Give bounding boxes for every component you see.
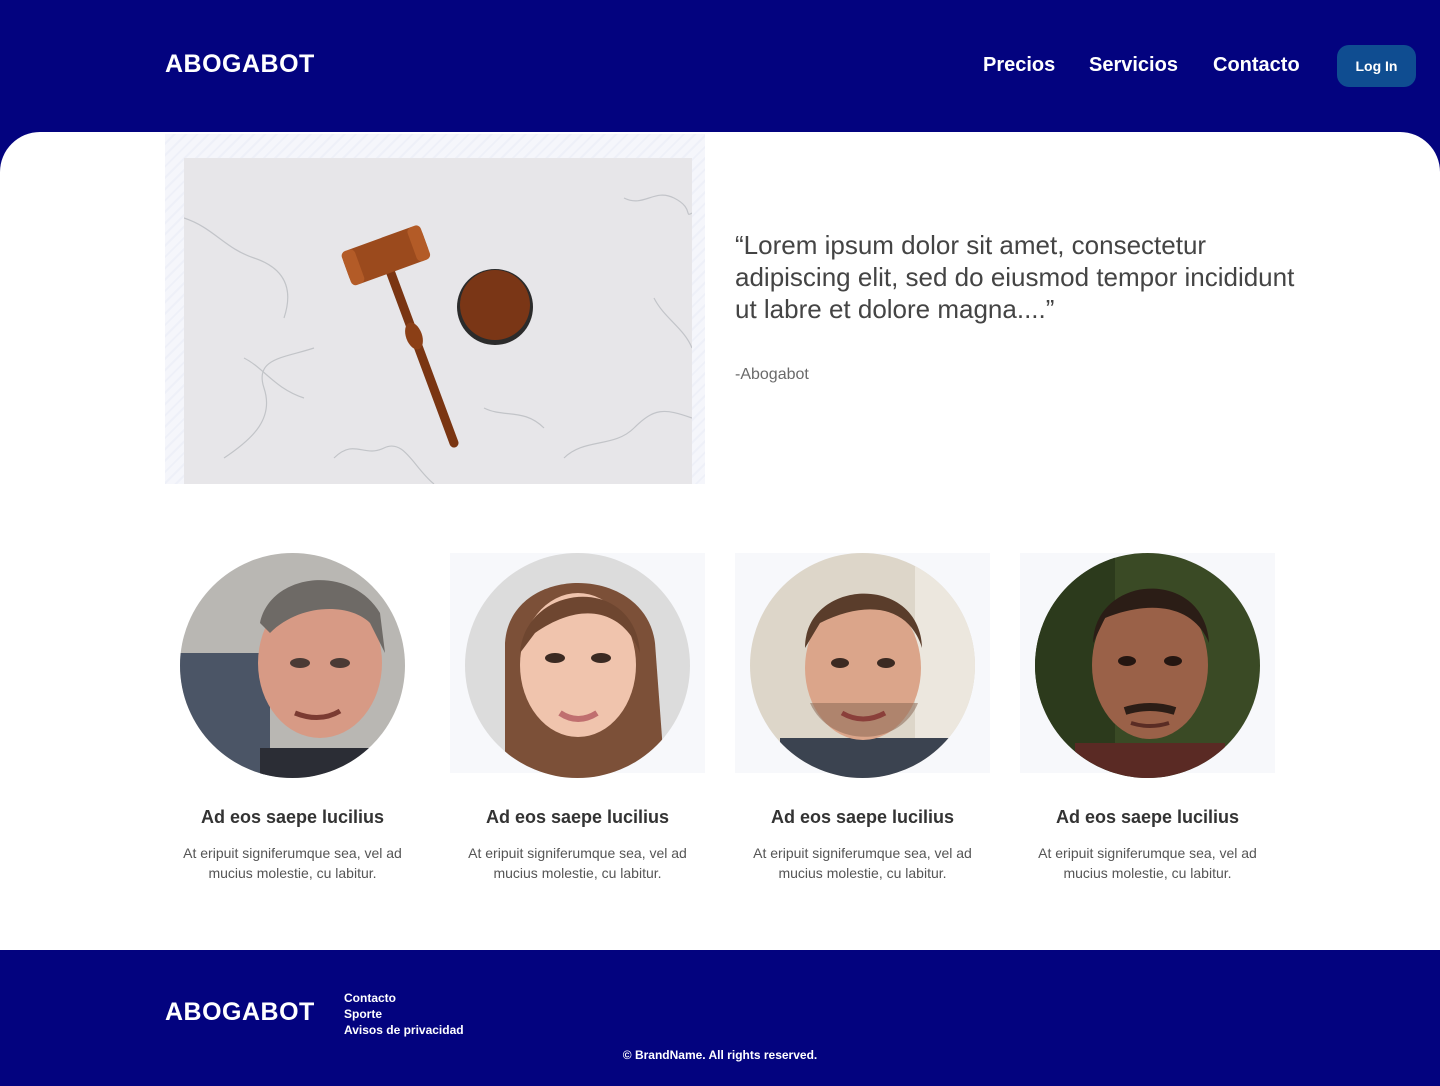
team-member-desc: At eripuit signiferumque sea, vel ad muc… [183, 845, 402, 881]
team-member-photo [750, 553, 975, 778]
team-member-name: Ad eos saepe lucilius [200, 807, 385, 827]
nav-link-contacto[interactable]: Contacto [1213, 54, 1300, 77]
quote-author: -Abogabot [735, 366, 809, 383]
team-member-name: Ad eos saepe lucilius [485, 807, 670, 827]
site-footer: ABOGABOT Contacto Sporte Avisos de priva… [0, 950, 1440, 1086]
site-header: ABOGABOT Precios Servicios Contacto Log … [0, 0, 1440, 132]
team-member-desc: At eripuit signiferumque sea, vel ad muc… [753, 845, 972, 881]
main-nav: Precios Servicios Contacto [0, 54, 1440, 84]
footer-link-sporte[interactable]: Sporte [344, 1006, 464, 1022]
team-member-desc: At eripuit signiferumque sea, vel ad muc… [468, 845, 687, 881]
login-button[interactable]: Log In [1337, 45, 1416, 87]
team-member-photo [1035, 553, 1260, 778]
gavel-image [184, 158, 692, 484]
hero-quote: “Lorem ipsum dolor sit amet, consectetur… [735, 230, 1295, 324]
footer-brand-logo[interactable]: ABOGABOT [165, 998, 315, 1027]
nav-link-servicios[interactable]: Servicios [1089, 54, 1178, 77]
footer-links: Contacto Sporte Avisos de privacidad [344, 990, 464, 1038]
team-card: Ad eos saepe lucilius At eripuit signife… [1020, 553, 1275, 893]
team-member-name: Ad eos saepe lucilius [770, 807, 955, 827]
team-member-photo [180, 553, 405, 778]
hero-image-frame [165, 134, 705, 484]
team-card: Ad eos saepe lucilius At eripuit signife… [450, 553, 705, 893]
team-member-name: Ad eos saepe lucilius [1055, 807, 1240, 827]
copyright-text: © BrandName. All rights reserved. [622, 1048, 818, 1062]
team-member-desc: At eripuit signiferumque sea, vel ad muc… [1038, 845, 1257, 881]
footer-link-privacidad[interactable]: Avisos de privacidad [344, 1022, 464, 1038]
team-card: Ad eos saepe lucilius At eripuit signife… [735, 553, 990, 893]
team-card: Ad eos saepe lucilius At eripuit signife… [165, 553, 420, 893]
team-member-photo [465, 553, 690, 778]
nav-link-precios[interactable]: Precios [983, 54, 1055, 77]
footer-link-contacto[interactable]: Contacto [344, 990, 464, 1006]
main-content: “Lorem ipsum dolor sit amet, consectetur… [0, 132, 1440, 950]
